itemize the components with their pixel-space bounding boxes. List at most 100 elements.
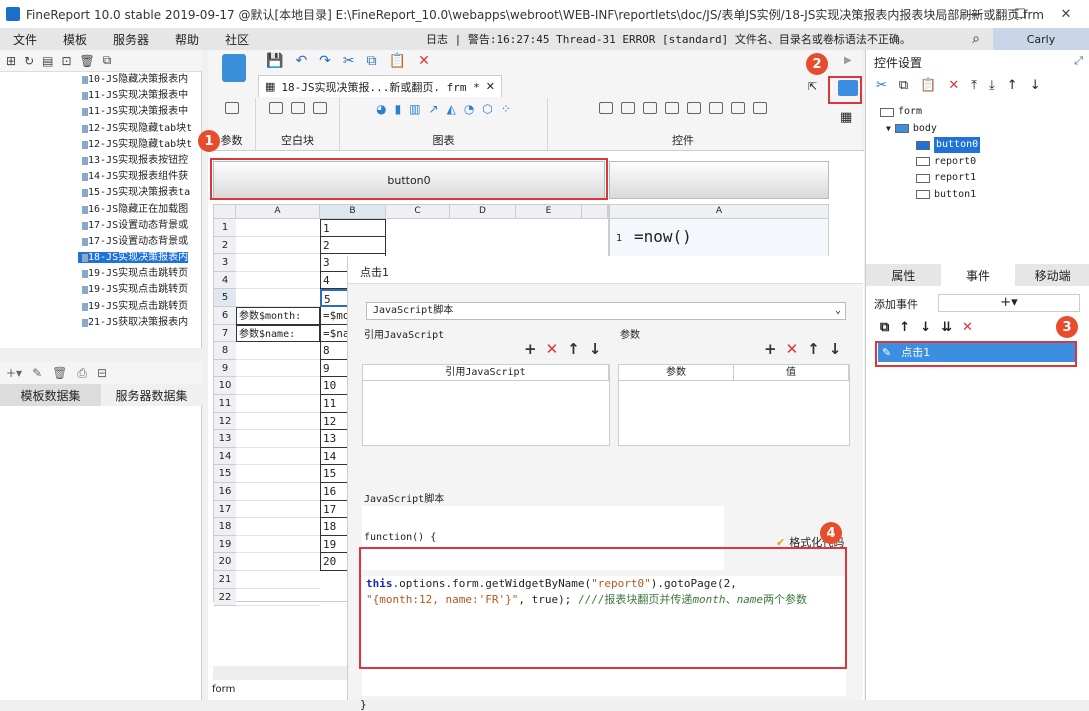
ref-js-table[interactable]: 引用JavaScript	[362, 364, 610, 446]
move-bottom-icon[interactable]: ⤓	[989, 78, 995, 93]
tree-item[interactable]: 14-JS实现报表组件获	[0, 169, 201, 185]
user-name[interactable]: Carly	[993, 28, 1089, 50]
row-number[interactable]: 4	[214, 271, 236, 290]
tree-item[interactable]: 19-JS实现点击跳转页	[0, 299, 201, 315]
cell-a[interactable]	[236, 219, 320, 237]
tree-item[interactable]: 19-JS实现点击跳转页	[0, 266, 201, 282]
horizontal-scrollbar[interactable]	[213, 666, 347, 680]
cell-a[interactable]	[236, 342, 320, 360]
tab-block-icon[interactable]	[290, 102, 305, 114]
label-widget-icon[interactable]	[621, 102, 635, 114]
button-widget-right[interactable]	[609, 161, 829, 199]
cut-icon[interactable]: ✂	[876, 78, 887, 93]
col-header[interactable]: D	[450, 205, 516, 219]
scatter-chart-icon[interactable]: ⁘	[501, 102, 511, 116]
move-down-icon[interactable]: ↓	[829, 340, 842, 358]
cell-b[interactable]: 2	[320, 236, 386, 255]
cell-a[interactable]	[236, 483, 320, 501]
widget-node[interactable]: ▼ body	[880, 121, 980, 138]
row-number[interactable]: 12	[214, 412, 236, 431]
tree-item[interactable]: 19-JS实现点击跳转页	[0, 282, 201, 298]
menu-community[interactable]: 社区	[212, 31, 262, 48]
row-number[interactable]: 8	[214, 342, 236, 360]
tab-template-dataset[interactable]: 模板数据集	[0, 384, 101, 406]
locate-icon[interactable]: ⊡	[61, 54, 71, 68]
cell-a[interactable]	[236, 377, 320, 395]
cell-a[interactable]	[236, 272, 320, 290]
menu-template[interactable]: 模板	[50, 31, 100, 48]
tree-item[interactable]: 10-JS隐藏决策报表内	[0, 72, 201, 88]
area-chart-icon[interactable]: ◭	[447, 102, 456, 116]
cell-a[interactable]	[236, 536, 320, 554]
refresh-icon[interactable]: ↻	[24, 54, 34, 68]
template-icon[interactable]	[222, 54, 246, 82]
maximize-button[interactable]: ☐	[997, 0, 1043, 28]
move-up-icon[interactable]: ↑	[1007, 78, 1018, 93]
tree-item[interactable]: 21-JS获取决策报表内	[0, 315, 201, 331]
row-number[interactable]: 17	[214, 500, 236, 519]
cell-a[interactable]	[236, 553, 320, 571]
tree-item[interactable]: 17-JS设置动态背景或	[0, 218, 201, 234]
row-number[interactable]: 15	[214, 465, 236, 483]
delete-icon[interactable]: ✕	[962, 320, 973, 335]
search-icon[interactable]: ⌕	[959, 28, 993, 50]
copy-icon[interactable]: ⧉	[103, 53, 112, 68]
row-number[interactable]: 10	[214, 377, 236, 395]
redo-icon[interactable]: ↷	[319, 53, 331, 69]
new-folder-icon[interactable]: ⊞	[6, 54, 16, 68]
report1-col-header[interactable]: A	[610, 205, 828, 219]
cell-a[interactable]	[236, 501, 320, 519]
close-tab-icon[interactable]: ✕	[486, 80, 495, 93]
row-number[interactable]: 11	[214, 395, 236, 413]
sort-icon[interactable]: ⇊	[941, 320, 952, 335]
pin-icon[interactable]: ⇱	[808, 80, 817, 93]
password-widget-icon[interactable]	[687, 102, 701, 114]
move-up-icon[interactable]: ↑	[567, 340, 580, 358]
preview-icon[interactable]: ⎙	[77, 366, 87, 381]
gauge-chart-icon[interactable]: ◔	[464, 102, 474, 116]
copy-icon[interactable]: ⧉	[367, 53, 377, 69]
undo-icon[interactable]: ↶	[295, 53, 307, 69]
row-number[interactable]: 6	[214, 307, 236, 325]
text-widget-icon[interactable]	[643, 102, 657, 114]
cell-a[interactable]	[236, 237, 320, 255]
date-widget-icon[interactable]	[731, 102, 745, 114]
map-chart-icon[interactable]: ⬡	[482, 102, 492, 116]
cell-a[interactable]	[236, 360, 320, 378]
tree-item[interactable]: 11-JS实现决策报表中	[0, 104, 201, 120]
remove-icon[interactable]: ✕	[546, 340, 559, 358]
delete-dataset-icon[interactable]: 🗑	[52, 366, 67, 380]
open-icon[interactable]: ▤	[42, 54, 53, 68]
add-icon[interactable]: +	[764, 340, 777, 358]
checkbox-widget-icon[interactable]	[753, 102, 767, 114]
combo-widget-icon[interactable]	[709, 102, 723, 114]
absolute-block-icon[interactable]	[312, 102, 327, 114]
menu-help[interactable]: 帮助	[162, 31, 212, 48]
tree-item[interactable]: 12-JS实现隐藏tab块t	[0, 121, 201, 137]
minimize-button[interactable]: —	[951, 0, 997, 28]
widget-node[interactable]: form	[880, 104, 980, 121]
tab-mobile[interactable]: 移动端	[1015, 264, 1089, 286]
expand-icon[interactable]: ⤢	[1074, 54, 1083, 68]
cell-a[interactable]	[236, 589, 320, 607]
tree-item[interactable]: 13-JS实现报表按钮控	[0, 153, 201, 169]
col-header[interactable]: E	[516, 205, 582, 219]
row-number[interactable]: 2	[214, 236, 236, 255]
param-icon[interactable]	[224, 102, 239, 114]
add-dataset-icon[interactable]: +▾	[6, 366, 22, 380]
block-icon[interactable]	[268, 102, 283, 114]
row-number[interactable]: 7	[214, 324, 236, 343]
pie-chart-icon[interactable]: ◕	[376, 102, 386, 116]
row-number[interactable]: 9	[214, 359, 236, 378]
layout-icon[interactable]: ▦	[840, 110, 852, 125]
row-number[interactable]: 14	[214, 447, 236, 466]
cell-a[interactable]	[236, 413, 320, 431]
move-up-icon[interactable]: ↑	[899, 320, 910, 335]
bar-chart-icon[interactable]: ▮	[395, 102, 402, 116]
copy-icon[interactable]: ⧉	[880, 320, 889, 335]
connect-icon[interactable]: ⊟	[97, 366, 107, 380]
button-widget-icon[interactable]	[599, 102, 613, 114]
move-down-icon[interactable]: ↓	[920, 320, 931, 335]
row-number[interactable]: 16	[214, 483, 236, 501]
widget-node[interactable]: button1	[880, 187, 980, 204]
